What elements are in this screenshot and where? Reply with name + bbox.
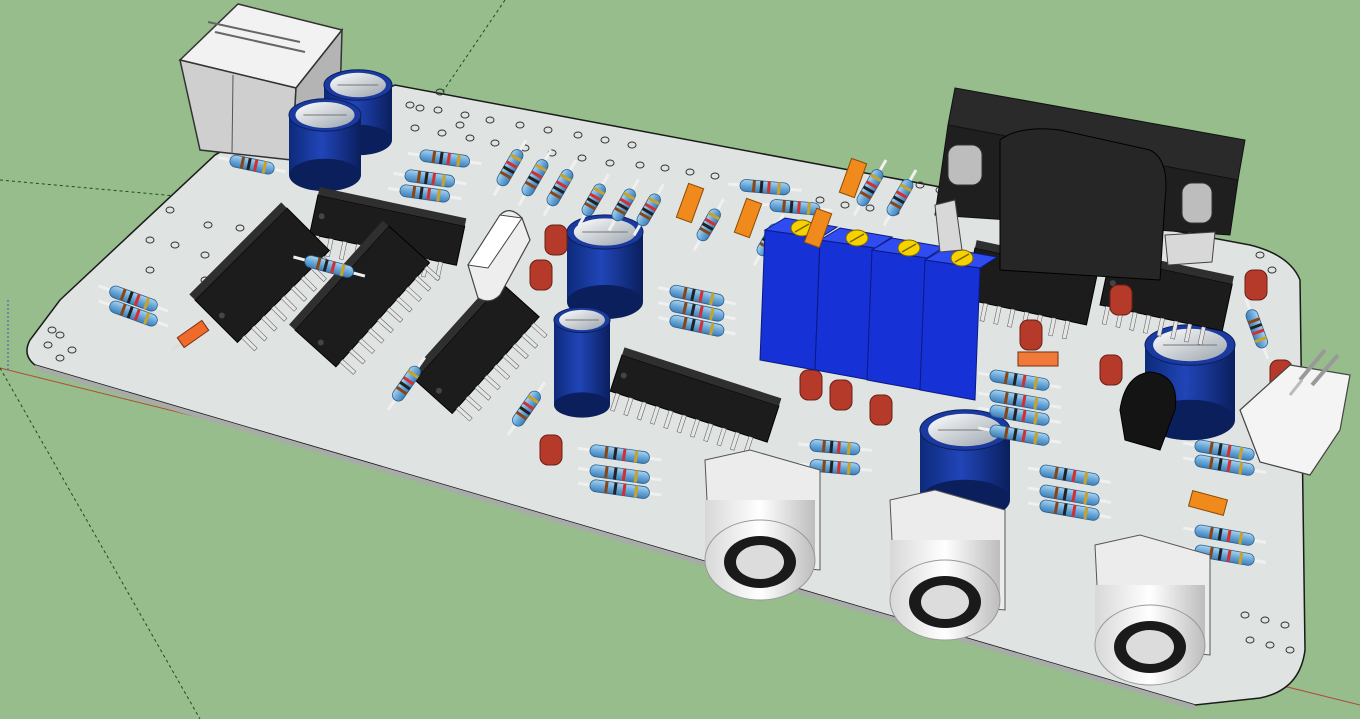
trimmer-body bbox=[814, 239, 876, 381]
small-capacitor[interactable] bbox=[1099, 354, 1123, 386]
rca-jack-icon[interactable] bbox=[889, 489, 1006, 641]
capacitor-icon[interactable] bbox=[288, 98, 362, 192]
trimmer-body bbox=[919, 259, 981, 401]
rca-jack-icon[interactable] bbox=[1094, 534, 1211, 686]
capacitor-icon[interactable] bbox=[553, 306, 611, 418]
capacitor-icon[interactable] bbox=[566, 214, 644, 320]
trimmer-body bbox=[759, 229, 821, 371]
small-capacitor[interactable] bbox=[829, 379, 853, 411]
capacitor-bottom bbox=[289, 158, 361, 192]
rca-jack-inner bbox=[921, 585, 969, 619]
capacitor-bottom bbox=[554, 392, 610, 418]
rca-jack-inner bbox=[1126, 630, 1174, 664]
rca-jack-inner bbox=[736, 545, 784, 579]
trimmer-body bbox=[866, 249, 928, 391]
model-viewport[interactable] bbox=[0, 0, 1360, 719]
small-capacitor[interactable] bbox=[529, 259, 553, 291]
small-capacitor[interactable] bbox=[539, 434, 563, 466]
small-capacitor[interactable] bbox=[1244, 269, 1268, 301]
small-capacitor[interactable] bbox=[544, 224, 568, 256]
rca-jack-icon[interactable] bbox=[704, 449, 821, 601]
small-capacitor[interactable] bbox=[869, 394, 893, 426]
pcb-3d-scene[interactable] bbox=[0, 0, 1360, 719]
small-capacitor[interactable] bbox=[799, 369, 823, 401]
small-capacitor[interactable] bbox=[1019, 319, 1043, 351]
small-capacitor[interactable] bbox=[1109, 284, 1133, 316]
axis-green-line-2 bbox=[0, 367, 201, 719]
